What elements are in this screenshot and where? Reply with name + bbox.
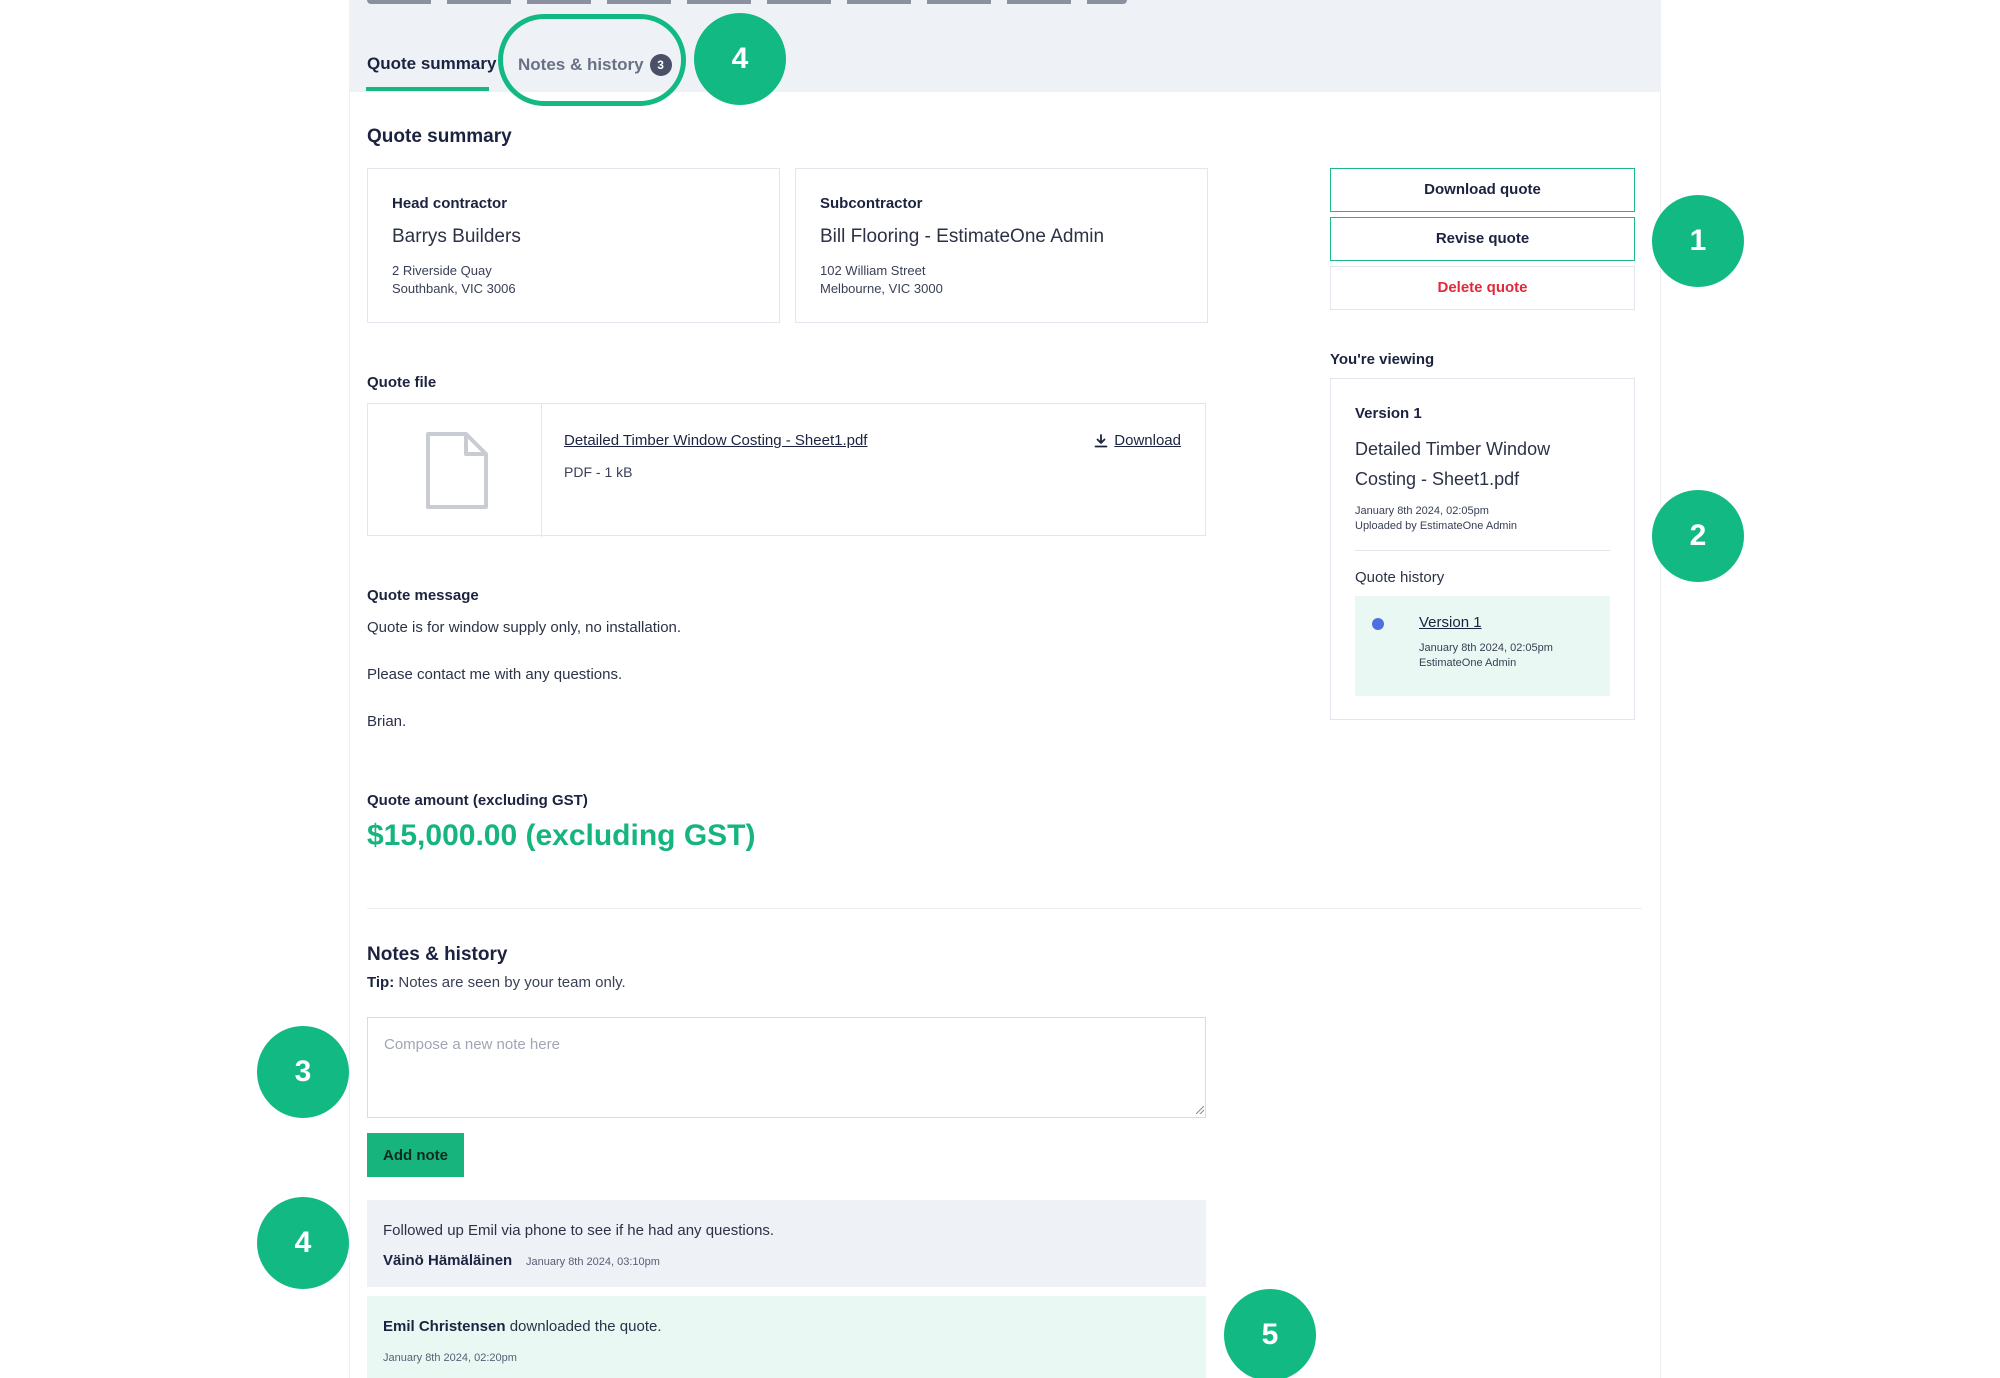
- viewing-divider: [1355, 550, 1610, 551]
- tip-text: Notes are seen by your team only.: [394, 974, 626, 991]
- download-icon: [1094, 433, 1108, 447]
- head-contractor-card: Head contractor Barrys Builders 2 Rivers…: [367, 168, 780, 323]
- note-item: Followed up Emil via phone to see if he …: [367, 1200, 1206, 1287]
- annotation-marker-3: 3: [257, 1026, 349, 1118]
- viewing-file-line-2: Costing - Sheet1.pdf: [1355, 469, 1520, 489]
- subcontractor-address-2: Melbourne, VIC 3000: [820, 281, 943, 296]
- section-divider: [367, 908, 1642, 909]
- quote-amount-value: $15,000.00 (excluding GST): [367, 819, 756, 852]
- current-version-dot-icon: [1372, 618, 1384, 630]
- tip-label: Tip:: [367, 974, 395, 991]
- document-icon: [426, 432, 488, 509]
- subcontractor-name: Bill Flooring - EstimateOne Admin: [820, 226, 1105, 247]
- quote-amount-label: Quote amount (excluding GST): [367, 792, 588, 809]
- quote-file-meta: PDF - 1 kB: [564, 464, 633, 480]
- viewing-uploaded-by: Uploaded by EstimateOne Admin: [1355, 520, 1518, 532]
- annotation-marker-1: 1: [1652, 195, 1744, 287]
- annotation-marker-5: 5: [1224, 1289, 1316, 1378]
- quote-history-item[interactable]: Version 1 January 8th 2024, 02:05pm Esti…: [1355, 596, 1610, 696]
- notes-history-heading: Notes & history: [367, 944, 508, 965]
- history-date: January 8th 2024, 02:05pm: [1419, 642, 1553, 654]
- history-user: EstimateOne Admin: [1419, 657, 1517, 669]
- event-action: downloaded the quote.: [505, 1318, 662, 1335]
- textarea-resize-handle[interactable]: [1196, 1106, 1204, 1114]
- viewing-date: January 8th 2024, 02:05pm: [1355, 505, 1489, 517]
- head-contractor-name: Barrys Builders: [392, 226, 521, 247]
- quote-file-link[interactable]: Detailed Timber Window Costing - Sheet1.…: [564, 432, 867, 449]
- subcontractor-address-1: 102 William Street: [820, 263, 926, 278]
- new-note-input[interactable]: [367, 1017, 1206, 1118]
- page-title-cropped: [367, 0, 1127, 4]
- quote-message-line-3: Brian.: [367, 713, 407, 730]
- notes-tip: Tip: Notes are seen by your team only.: [367, 974, 626, 991]
- subcontractor-card: Subcontractor Bill Flooring - EstimateOn…: [795, 168, 1208, 323]
- viewing-version: Version 1: [1355, 405, 1422, 422]
- note-body: Followed up Emil via phone to see if he …: [383, 1222, 775, 1239]
- head-contractor-address-2: Southbank, VIC 3006: [392, 281, 516, 296]
- head-contractor-role: Head contractor: [392, 195, 508, 212]
- revise-quote-button[interactable]: Revise quote: [1330, 217, 1635, 261]
- quote-message-line-1: Quote is for window supply only, no inst…: [367, 619, 682, 636]
- event-body: Emil Christensen downloaded the quote.: [383, 1318, 662, 1335]
- quote-file-card: Detailed Timber Window Costing - Sheet1.…: [367, 403, 1206, 537]
- active-tab-indicator: [366, 87, 489, 91]
- download-quote-button[interactable]: Download quote: [1330, 168, 1635, 212]
- quote-summary-heading: Quote summary: [367, 126, 512, 147]
- add-note-button[interactable]: Add note: [367, 1133, 464, 1177]
- quote-message-label: Quote message: [367, 587, 479, 604]
- tab-quote-summary[interactable]: Quote summary: [367, 54, 496, 74]
- annotation-marker-4-top: 4: [694, 13, 786, 105]
- note-time: January 8th 2024, 03:10pm: [526, 1256, 660, 1268]
- history-version-link[interactable]: Version 1: [1419, 614, 1590, 631]
- quote-file-label: Quote file: [367, 374, 437, 391]
- viewing-file-line-1: Detailed Timber Window: [1355, 439, 1551, 459]
- quote-file-download-link[interactable]: Download: [1094, 432, 1181, 449]
- viewing-label: You're viewing: [1330, 351, 1435, 368]
- file-thumbnail: [368, 404, 542, 537]
- quote-message-line-2: Please contact me with any questions.: [367, 666, 623, 683]
- event-actor: Emil Christensen: [383, 1318, 506, 1335]
- annotation-marker-2: 2: [1652, 490, 1744, 582]
- annotation-marker-4-bottom: 4: [257, 1197, 349, 1289]
- download-label: Download: [1114, 432, 1181, 449]
- history-event-item: Emil Christensen downloaded the quote. J…: [367, 1296, 1206, 1378]
- note-author: Väinö Hämäläinen: [383, 1252, 513, 1269]
- head-contractor-address-1: 2 Riverside Quay: [392, 263, 492, 278]
- subcontractor-role: Subcontractor: [820, 195, 923, 212]
- viewing-card: Version 1 Detailed Timber Window Costing…: [1330, 378, 1635, 720]
- quote-history-label: Quote history: [1355, 569, 1445, 586]
- delete-quote-button[interactable]: Delete quote: [1330, 266, 1635, 310]
- event-time: January 8th 2024, 02:20pm: [383, 1352, 517, 1364]
